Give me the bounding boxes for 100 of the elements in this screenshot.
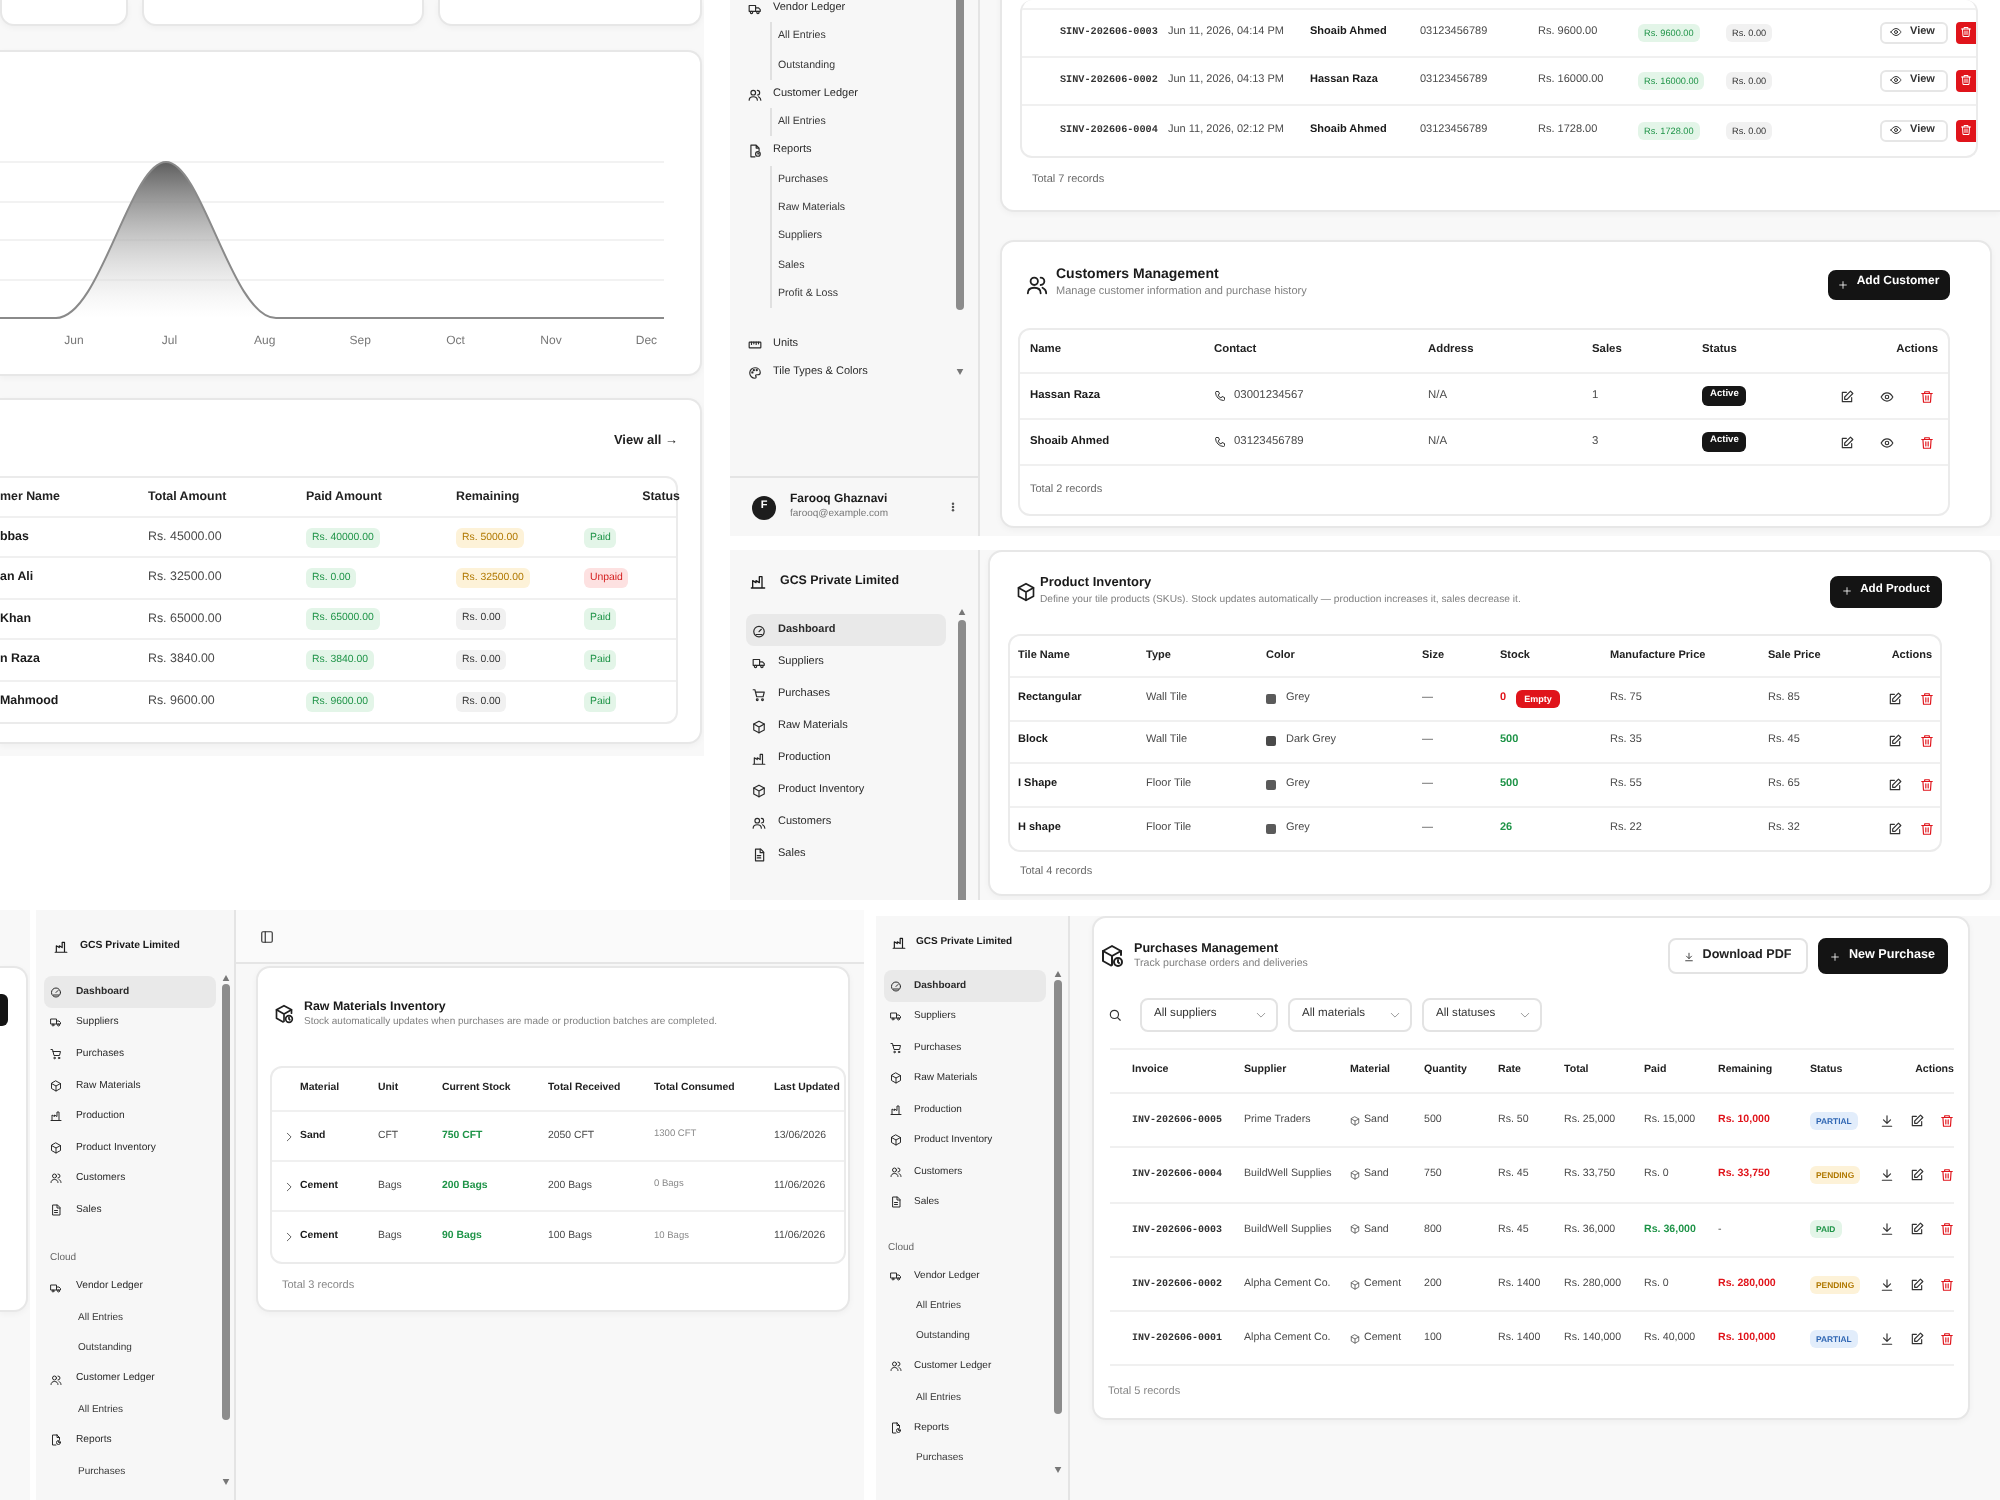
document-icon — [50, 1203, 62, 1216]
scroll-up-arrow-icon[interactable] — [958, 608, 966, 616]
factory-icon — [890, 1103, 902, 1116]
truck-icon — [890, 1269, 902, 1282]
scrollbar-thumb[interactable] — [1054, 980, 1062, 1414]
package-icon — [1350, 1333, 1360, 1344]
users-icon — [1026, 273, 1048, 295]
chevron-right-icon[interactable] — [284, 1232, 294, 1242]
factory-icon — [892, 935, 906, 949]
scroll-down-arrow-icon[interactable] — [956, 368, 964, 376]
users-icon — [890, 1165, 902, 1178]
eye-icon — [1890, 26, 1902, 39]
scrollbar-thumb[interactable] — [958, 620, 966, 900]
ruler-icon — [747, 337, 761, 351]
trash-icon[interactable] — [1940, 1113, 1954, 1128]
download-icon — [1684, 951, 1695, 961]
more-options-icon[interactable] — [948, 500, 958, 514]
trash-icon[interactable] — [1940, 1167, 1954, 1182]
package-clock-icon — [1100, 944, 1124, 968]
phone-icon — [1214, 436, 1226, 448]
download-icon[interactable] — [1880, 1113, 1894, 1128]
edit-icon[interactable] — [1910, 1277, 1924, 1292]
package-clock-icon — [274, 1004, 294, 1024]
cart-icon — [752, 687, 766, 701]
cart-icon — [50, 1047, 62, 1060]
scroll-up-arrow-icon[interactable] — [222, 974, 230, 982]
trash-icon[interactable] — [1920, 389, 1934, 403]
factory-icon — [750, 574, 766, 590]
truck-icon — [752, 655, 766, 669]
package-icon — [1350, 1224, 1360, 1235]
button-fragment[interactable] — [0, 994, 8, 1026]
users-icon — [890, 1360, 902, 1373]
eye-icon[interactable] — [1880, 435, 1894, 449]
users-icon — [50, 1373, 62, 1386]
plus-icon — [1842, 586, 1853, 596]
download-icon[interactable] — [1880, 1331, 1894, 1346]
edit-icon[interactable] — [1910, 1113, 1924, 1128]
plus-icon — [1830, 951, 1841, 961]
users-icon — [747, 87, 761, 102]
trash-icon[interactable] — [1920, 821, 1934, 836]
scroll-down-arrow-icon[interactable] — [1054, 1466, 1062, 1474]
plus-icon — [1838, 279, 1849, 289]
users-icon — [752, 815, 766, 829]
gauge-icon — [50, 985, 62, 998]
package-icon — [1350, 1279, 1360, 1290]
trash-icon[interactable] — [1920, 435, 1934, 449]
download-icon[interactable] — [1880, 1222, 1894, 1237]
edit-icon[interactable] — [1888, 821, 1902, 836]
edit-icon[interactable] — [1888, 777, 1902, 792]
truck-icon — [747, 1, 761, 16]
factory-icon — [54, 939, 68, 953]
chevron-down-icon — [1390, 1010, 1400, 1020]
eye-icon — [1890, 124, 1902, 137]
scrollbar-thumb[interactable] — [222, 984, 230, 1420]
eye-icon — [1890, 74, 1902, 87]
chevron-right-icon[interactable] — [284, 1181, 294, 1191]
delete-button[interactable] — [1956, 21, 1976, 44]
delete-button[interactable] — [1956, 69, 1976, 92]
truck-icon — [50, 1281, 62, 1294]
trash-icon[interactable] — [1920, 777, 1934, 792]
scroll-up-arrow-icon[interactable] — [1054, 970, 1062, 978]
document-clock-icon — [890, 1421, 902, 1434]
edit-icon[interactable] — [1888, 734, 1902, 749]
factory-icon — [50, 1110, 62, 1123]
trash-icon[interactable] — [1940, 1277, 1954, 1292]
scroll-down-arrow-icon[interactable] — [222, 1478, 230, 1486]
gauge-icon — [752, 623, 766, 637]
download-icon[interactable] — [1880, 1277, 1894, 1292]
palette-icon — [747, 365, 761, 380]
edit-icon[interactable] — [1910, 1331, 1924, 1346]
truck-icon — [890, 1010, 902, 1023]
trash-icon — [1960, 124, 1972, 137]
package-icon — [752, 719, 766, 733]
trash-icon[interactable] — [1920, 734, 1934, 749]
package-icon — [890, 1134, 902, 1147]
chevron-right-icon[interactable] — [284, 1131, 294, 1141]
trash-icon[interactable] — [1920, 691, 1934, 706]
delete-button[interactable] — [1956, 119, 1976, 142]
package-icon — [890, 1072, 902, 1085]
trash-icon — [1960, 26, 1972, 39]
edit-icon[interactable] — [1840, 389, 1854, 403]
eye-icon[interactable] — [1880, 389, 1894, 403]
sidebar-toggle-icon[interactable] — [260, 929, 274, 943]
edit-icon[interactable] — [1840, 435, 1854, 449]
scrollbar-thumb[interactable] — [956, 0, 964, 310]
trash-icon — [1960, 74, 1972, 87]
package-icon — [1350, 1115, 1360, 1126]
search-icon[interactable] — [1108, 1008, 1122, 1022]
package-icon — [1016, 581, 1036, 601]
trash-icon[interactable] — [1940, 1331, 1954, 1346]
gauge-icon — [890, 979, 902, 992]
trash-icon[interactable] — [1940, 1222, 1954, 1237]
edit-icon[interactable] — [1888, 691, 1902, 706]
download-icon[interactable] — [1880, 1167, 1894, 1182]
phone-icon — [1214, 390, 1226, 402]
edit-icon[interactable] — [1910, 1222, 1924, 1237]
chevron-down-icon — [1520, 1010, 1530, 1020]
package-icon — [1350, 1169, 1360, 1180]
edit-icon[interactable] — [1910, 1167, 1924, 1182]
document-icon — [890, 1196, 902, 1209]
